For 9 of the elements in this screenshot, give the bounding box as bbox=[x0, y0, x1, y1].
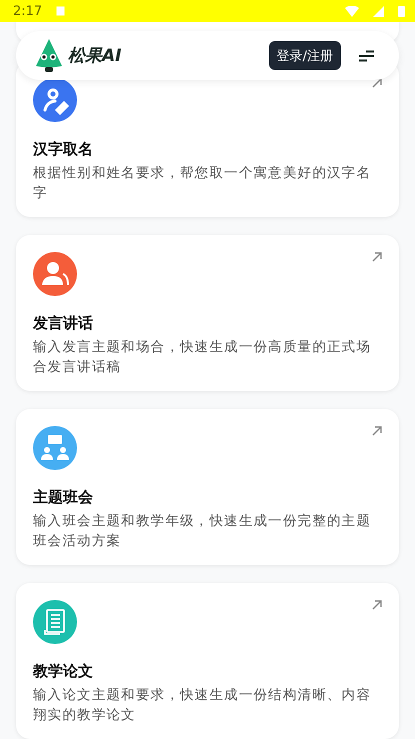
card-title: 教学论文 bbox=[33, 661, 94, 682]
card-description: 输入论文主题和要求，快速生成一份结构清晰、内容翔实的教学论文 bbox=[33, 686, 372, 725]
card-title: 主题班会 bbox=[33, 487, 94, 508]
card-title: 发言讲话 bbox=[33, 313, 94, 334]
card-description: 输入发言主题和场合，快速生成一份高质量的正式场合发言讲话稿 bbox=[33, 338, 372, 377]
status-time: 2:17 bbox=[13, 4, 42, 18]
card-description: 输入班会主题和教学年级，快速生成一份完整的主题班会活动方案 bbox=[33, 512, 372, 551]
card-title: 汉字取名 bbox=[33, 139, 94, 160]
card-description: 根据性别和姓名要求，帮您取一个寓意美好的汉字名字 bbox=[33, 164, 372, 203]
